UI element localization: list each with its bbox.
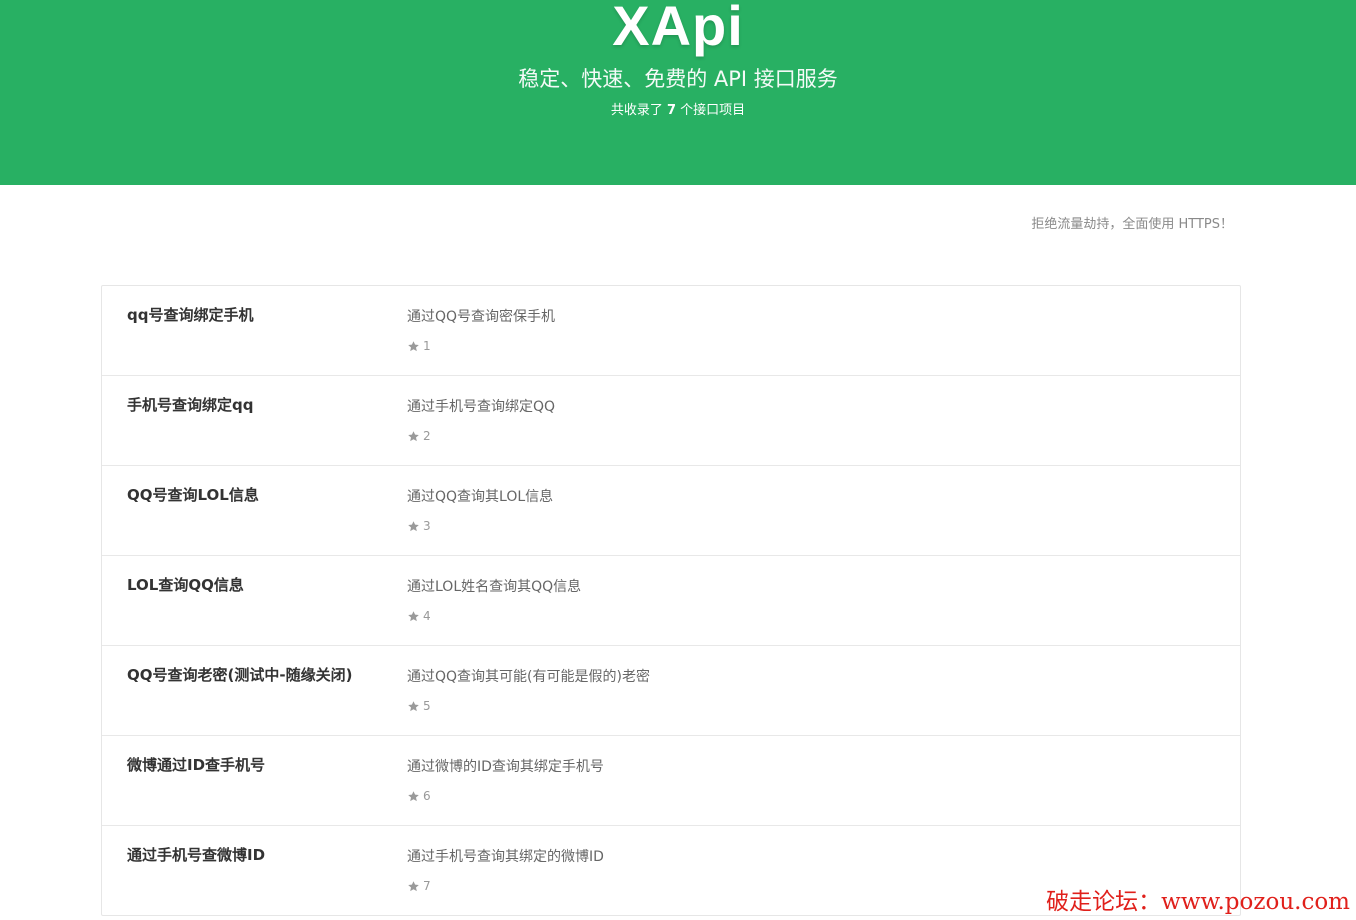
api-description: 通过手机号查询绑定QQ <box>407 399 556 415</box>
api-id: 5 <box>423 699 431 713</box>
site-title[interactable]: XApi <box>0 0 1356 64</box>
api-name[interactable]: 微博通过ID查手机号 <box>127 754 265 776</box>
api-list-item[interactable]: LOL查询QQ信息 通过LOL姓名查询其QQ信息 4 <box>102 555 1240 645</box>
api-description: 通过LOL姓名查询其QQ信息 <box>407 579 582 595</box>
star-icon <box>407 430 420 443</box>
api-list-item[interactable]: 微博通过ID查手机号 通过微博的ID查询其绑定手机号 6 <box>102 735 1240 825</box>
api-list-item[interactable]: QQ号查询老密(测试中-随缘关闭) 通过QQ查询其可能(有可能是假的)老密 5 <box>102 645 1240 735</box>
api-meta: 1 <box>407 337 431 355</box>
star-icon <box>407 880 420 893</box>
api-meta: 2 <box>407 427 431 445</box>
api-name[interactable]: 通过手机号查微博ID <box>127 844 265 866</box>
star-icon <box>407 790 420 803</box>
api-name[interactable]: LOL查询QQ信息 <box>127 574 244 596</box>
api-description: 通过手机号查询其绑定的微博ID <box>407 849 604 865</box>
api-list-item[interactable]: QQ号查询LOL信息 通过QQ查询其LOL信息 3 <box>102 465 1240 555</box>
api-name[interactable]: 手机号查询绑定qq <box>127 394 253 416</box>
api-name[interactable]: qq号查询绑定手机 <box>127 304 253 326</box>
api-count-prefix: 共收录了 <box>610 103 663 118</box>
api-description: 通过QQ查询其LOL信息 <box>407 489 554 505</box>
api-count: 共收录了 7 个接口项目 <box>0 101 1356 121</box>
api-id: 6 <box>423 789 431 803</box>
api-list-item[interactable]: 手机号查询绑定qq 通过手机号查询绑定QQ 2 <box>102 375 1240 465</box>
api-list: qq号查询绑定手机 通过QQ号查询密保手机 1 手机号查询绑定qq 通过手机号查… <box>101 285 1241 916</box>
hero-banner: XApi 稳定、快速、免费的 API 接口服务 共收录了 7 个接口项目 <box>0 0 1356 185</box>
api-list-item[interactable]: qq号查询绑定手机 通过QQ号查询密保手机 1 <box>102 286 1240 375</box>
https-notice: 拒绝流量劫持，全面使用 HTTPS！ <box>1031 217 1233 232</box>
watermark: 破走论坛：www.pozou.com <box>1046 889 1350 915</box>
api-meta: 3 <box>407 517 431 535</box>
api-id: 2 <box>423 429 431 443</box>
api-id: 7 <box>423 879 431 893</box>
site-subtitle: 稳定、快速、免费的 API 接口服务 <box>518 67 838 91</box>
api-meta: 6 <box>407 787 431 805</box>
api-id: 1 <box>423 339 431 353</box>
star-icon <box>407 340 420 353</box>
api-description: 通过微博的ID查询其绑定手机号 <box>407 759 604 775</box>
api-name[interactable]: QQ号查询LOL信息 <box>127 484 259 506</box>
star-icon <box>407 700 420 713</box>
api-description: 通过QQ查询其可能(有可能是假的)老密 <box>407 669 650 685</box>
api-description: 通过QQ号查询密保手机 <box>407 309 556 325</box>
api-id: 4 <box>423 609 431 623</box>
api-id: 3 <box>423 519 431 533</box>
api-meta: 4 <box>407 607 431 625</box>
api-count-suffix: 个接口项目 <box>680 103 746 118</box>
api-name[interactable]: QQ号查询老密(测试中-随缘关闭) <box>127 664 352 686</box>
api-meta: 7 <box>407 877 431 895</box>
api-meta: 5 <box>407 697 431 715</box>
star-icon <box>407 610 420 623</box>
star-icon <box>407 520 420 533</box>
api-count-value: 7 <box>666 103 677 118</box>
